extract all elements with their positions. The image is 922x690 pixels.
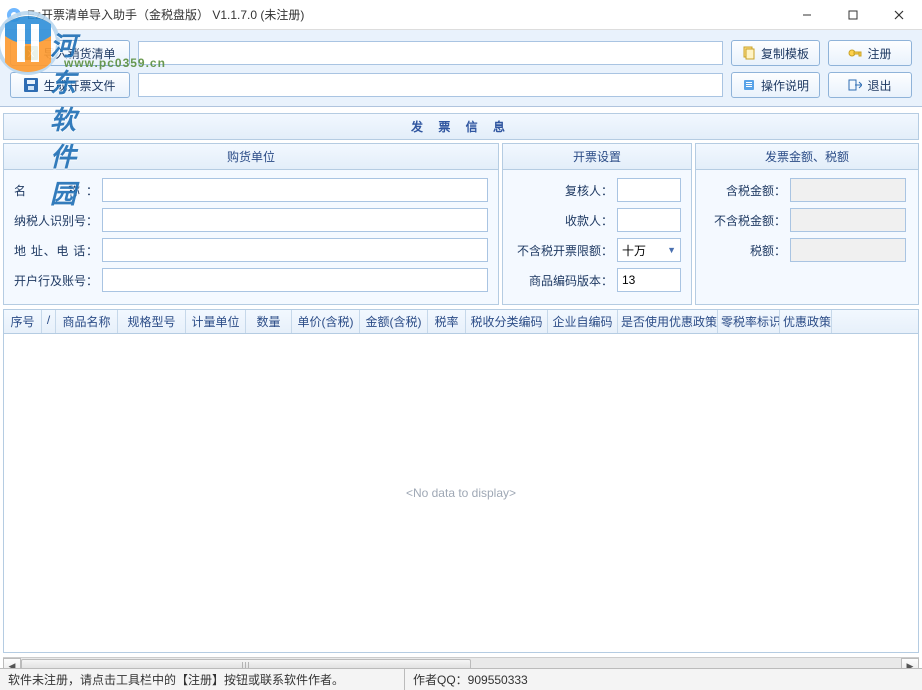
- generate-path-input[interactable]: [138, 73, 723, 97]
- import-path-input[interactable]: [138, 41, 723, 65]
- copy-template-button[interactable]: 复制模板: [731, 40, 820, 66]
- maximize-button[interactable]: [830, 0, 876, 30]
- key-icon: [848, 46, 862, 60]
- button-label: 退出: [867, 77, 891, 94]
- grid-column-header[interactable]: 金额(含税): [360, 310, 428, 333]
- button-label: 复制模板: [761, 45, 809, 62]
- payee-label: 收款人：: [513, 212, 613, 229]
- window-title: Ez开票清单导入助手（金税盘版） V1.1.7.0 (未注册): [27, 6, 784, 23]
- import-sales-list-button[interactable]: X 导入销货清单: [10, 40, 130, 66]
- buyer-bank-input[interactable]: [102, 268, 488, 292]
- svg-text:X: X: [28, 49, 35, 60]
- minimize-button[interactable]: [784, 0, 830, 30]
- invoice-info-panels: 购货单位 名 称： 纳税人识别号： 地 址、电 话： 开户行及账号： 开票设置 …: [0, 143, 922, 305]
- button-label: 注册: [867, 45, 891, 62]
- buyer-taxid-input[interactable]: [102, 208, 488, 232]
- chevron-down-icon: ▼: [667, 245, 676, 255]
- grid-column-header[interactable]: 商品名称: [56, 310, 118, 333]
- generate-invoice-file-button[interactable]: 生成开票文件: [10, 72, 130, 98]
- amount-inc-label: 含税金额：: [706, 182, 786, 199]
- statusbar: 软件未注册，请点击工具栏中的【注册】按钮或联系软件作者。 作者QQ：909550…: [0, 668, 922, 690]
- grid-column-header[interactable]: 税收分类编码: [466, 310, 548, 333]
- items-grid: 序号/商品名称规格型号计量单位数量单价(含税)金额(含税)税率税收分类编码企业自…: [3, 309, 919, 653]
- exit-button[interactable]: 退出: [828, 72, 912, 98]
- amount-tax-field: [790, 238, 906, 262]
- register-button[interactable]: 注册: [828, 40, 912, 66]
- button-label: 导入销货清单: [43, 45, 115, 62]
- amount-inc-field: [790, 178, 906, 202]
- buyer-name-input[interactable]: [102, 178, 488, 202]
- buyer-address-input[interactable]: [102, 238, 488, 262]
- reviewer-input[interactable]: [617, 178, 681, 202]
- save-icon: [24, 78, 38, 92]
- status-left: 软件未注册，请点击工具栏中的【注册】按钮或联系软件作者。: [0, 669, 405, 690]
- limit-selected: 十万: [622, 242, 646, 259]
- toolbar: X 导入销货清单 复制模板 注册 生成开票文件 操作说明 退出: [0, 30, 922, 107]
- invoice-info-header: 发 票 信 息: [3, 113, 919, 140]
- panel-header: 购货单位: [4, 144, 498, 170]
- close-button[interactable]: [876, 0, 922, 30]
- grid-column-header[interactable]: 序号: [4, 310, 42, 333]
- amount-tax-label: 税额：: [706, 242, 786, 259]
- grid-column-header[interactable]: 企业自编码: [548, 310, 618, 333]
- limit-label: 不含税开票限额：: [513, 242, 613, 259]
- app-icon: [6, 7, 22, 23]
- buyer-address-label: 地 址、电 话：: [14, 242, 98, 259]
- button-label: 操作说明: [761, 77, 809, 94]
- panel-header: 发票金额、税额: [696, 144, 918, 170]
- copy-icon: [742, 46, 756, 60]
- buyer-panel: 购货单位 名 称： 纳税人识别号： 地 址、电 话： 开户行及账号：: [3, 143, 499, 305]
- grid-column-header[interactable]: 是否使用优惠政策: [618, 310, 718, 333]
- excel-icon: X: [24, 46, 38, 60]
- amount-exc-label: 不含税金额：: [706, 212, 786, 229]
- grid-column-header[interactable]: 计量单位: [186, 310, 246, 333]
- buyer-taxid-label: 纳税人识别号：: [14, 212, 98, 229]
- grid-body-empty: <No data to display>: [4, 334, 918, 652]
- panel-header: 开票设置: [503, 144, 691, 170]
- amount-exc-field: [790, 208, 906, 232]
- grid-column-header[interactable]: 零税率标识: [718, 310, 780, 333]
- manual-button[interactable]: 操作说明: [731, 72, 820, 98]
- codever-input[interactable]: [617, 268, 681, 292]
- button-label: 生成开票文件: [43, 77, 115, 94]
- grid-header[interactable]: 序号/商品名称规格型号计量单位数量单价(含税)金额(含税)税率税收分类编码企业自…: [4, 310, 918, 334]
- grid-column-header[interactable]: 税率: [428, 310, 466, 333]
- status-right: 作者QQ：909550333: [405, 669, 536, 690]
- exit-icon: [848, 78, 862, 92]
- payee-input[interactable]: [617, 208, 681, 232]
- grid-column-header[interactable]: 规格型号: [118, 310, 186, 333]
- buyer-name-label: 名 称：: [14, 182, 98, 199]
- grid-empty-text: <No data to display>: [406, 486, 516, 500]
- buyer-bank-label: 开户行及账号：: [14, 272, 98, 289]
- grid-column-header[interactable]: /: [42, 310, 56, 333]
- titlebar: Ez开票清单导入助手（金税盘版） V1.1.7.0 (未注册): [0, 0, 922, 30]
- amounts-panel: 发票金额、税额 含税金额： 不含税金额： 税额：: [695, 143, 919, 305]
- limit-select[interactable]: 十万 ▼: [617, 238, 681, 262]
- invoice-settings-panel: 开票设置 复核人： 收款人： 不含税开票限额： 十万 ▼ 商品编码版本：: [502, 143, 692, 305]
- grid-column-header[interactable]: 单价(含税): [292, 310, 360, 333]
- book-icon: [742, 78, 756, 92]
- grid-column-header[interactable]: 数量: [246, 310, 292, 333]
- reviewer-label: 复核人：: [513, 182, 613, 199]
- codever-label: 商品编码版本：: [513, 272, 613, 289]
- grid-column-header[interactable]: 优惠政策: [780, 310, 832, 333]
